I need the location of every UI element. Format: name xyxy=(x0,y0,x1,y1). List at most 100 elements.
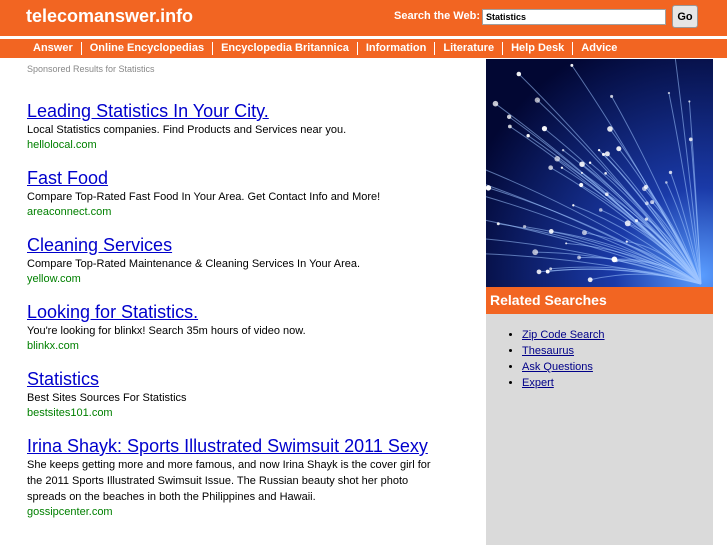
fiber-light-dot xyxy=(560,166,564,169)
fiber-light-dot xyxy=(561,148,565,152)
related-link[interactable]: Expert xyxy=(522,377,554,389)
nav-bar: Answer Online Encyclopedias Encyclopedia… xyxy=(0,39,727,58)
fiber-light-dot xyxy=(605,192,609,197)
related-item: Thesaurus xyxy=(522,343,605,359)
fiber-optic-image xyxy=(486,59,713,287)
nav-item-help-desk[interactable]: Help Desk xyxy=(502,42,572,55)
related-item: Zip Code Search xyxy=(522,327,605,343)
fiber-light-dot xyxy=(581,230,587,236)
result-title-link[interactable]: Fast Food xyxy=(27,167,447,189)
result-title-link[interactable]: Leading Statistics In Your City. xyxy=(27,100,447,122)
fiber-light-dot xyxy=(579,161,585,167)
related-link[interactable]: Thesaurus xyxy=(522,345,574,357)
fiber-light-dot xyxy=(634,219,639,223)
related-link[interactable]: Zip Code Search xyxy=(522,329,605,341)
fiber-light-dot xyxy=(496,222,500,226)
fiber-light-dot xyxy=(625,240,628,243)
fiber-light-dot xyxy=(668,170,673,175)
fiber-light-dot xyxy=(642,186,647,192)
fiber-light-dot xyxy=(580,171,583,174)
result-url[interactable]: blinkx.com xyxy=(27,339,447,354)
result-description: She keeps getting more and more famous, … xyxy=(27,459,431,503)
fiber-light-dot xyxy=(506,114,512,120)
result-item: Statistics Best Sites Sources For Statis… xyxy=(27,368,447,421)
fiber-light-dot xyxy=(541,126,548,132)
fiber-light-dot xyxy=(536,269,542,275)
fiber-light-dot xyxy=(587,277,593,283)
fiber-light-dot xyxy=(604,172,607,175)
result-description: Local Statistics companies. Find Product… xyxy=(27,124,347,136)
result-description: Compare Top-Rated Fast Food In Your Area… xyxy=(27,191,381,203)
result-description: Best Sites Sources For Statistics xyxy=(27,392,187,404)
site-title[interactable]: telecomanswer.info xyxy=(26,6,193,27)
fiber-light-dot xyxy=(688,100,691,103)
fiber-light-dot xyxy=(554,155,561,162)
fiber-light-dot xyxy=(664,181,668,184)
search-input[interactable] xyxy=(482,9,666,25)
fiber-light-dot xyxy=(545,269,550,274)
related-searches-title: Related Searches xyxy=(486,287,713,314)
related-searches-list: Zip Code Search Thesaurus Ask Questions … xyxy=(486,327,605,391)
fiber-light-dot xyxy=(624,220,631,227)
result-title-link[interactable]: Statistics xyxy=(27,368,447,390)
fiber-light-dot xyxy=(597,148,601,152)
nav-item-encyclopedia-britannica[interactable]: Encyclopedia Britannica xyxy=(212,42,357,55)
fiber-light-dot xyxy=(645,201,649,206)
related-item: Expert xyxy=(522,375,605,391)
result-item: Cleaning Services Compare Top-Rated Main… xyxy=(27,234,447,287)
fiber-light-dot xyxy=(492,100,499,107)
fiber-light-dot xyxy=(588,161,592,165)
fiber-light-dot xyxy=(615,259,618,263)
go-button[interactable]: Go xyxy=(672,5,698,28)
result-title-link[interactable]: Looking for Statistics. xyxy=(27,301,447,323)
fiber-light-dot xyxy=(577,255,581,260)
result-url[interactable]: hellolocal.com xyxy=(27,138,447,153)
result-item: Leading Statistics In Your City. Local S… xyxy=(27,100,447,153)
search-label: Search the Web: xyxy=(394,10,480,22)
result-url[interactable]: yellow.com xyxy=(27,272,447,287)
result-url[interactable]: gossipcenter.com xyxy=(27,505,447,520)
fiber-light-dot xyxy=(516,71,522,77)
fiber-light-dot xyxy=(549,267,553,271)
fiber-light-dot xyxy=(526,134,530,138)
fiber-light-dot xyxy=(644,217,649,221)
fiber-light-dot xyxy=(532,249,539,256)
result-description: Compare Top-Rated Maintenance & Cleaning… xyxy=(27,258,361,270)
fiber-light-dot xyxy=(507,124,512,129)
fiber-light-dot xyxy=(548,165,554,171)
fiber-light-dot xyxy=(579,182,584,188)
fiber-light-dot xyxy=(522,225,527,229)
fiber-light-dot xyxy=(610,94,614,98)
sponsored-label: Sponsored Results for Statistics xyxy=(27,64,155,74)
nav-item-information[interactable]: Information xyxy=(356,42,435,55)
result-url[interactable]: areaconnect.com xyxy=(27,205,447,220)
fiber-light-dot xyxy=(572,204,575,207)
fiber-light-dot xyxy=(548,229,554,234)
result-item: Looking for Statistics. You're looking f… xyxy=(27,301,447,354)
fiber-light-dot xyxy=(604,151,610,157)
fiber-light-dot xyxy=(667,91,671,95)
fiber-light-dot xyxy=(598,208,603,212)
result-description: You're looking for blinkx! Search 35m ho… xyxy=(27,325,306,337)
nav-item-answer[interactable]: Answer xyxy=(26,42,81,55)
related-link[interactable]: Ask Questions xyxy=(522,361,593,373)
fiber-light-dot xyxy=(607,126,613,132)
related-item: Ask Questions xyxy=(522,359,605,375)
nav-item-advice[interactable]: Advice xyxy=(572,42,625,55)
nav-item-online-encyclopedias[interactable]: Online Encyclopedias xyxy=(80,42,212,55)
fiber-light-dot xyxy=(565,242,568,245)
results-list: Leading Statistics In Your City. Local S… xyxy=(27,100,447,534)
fiber-light-dot xyxy=(650,200,655,205)
result-item: Fast Food Compare Top-Rated Fast Food In… xyxy=(27,167,447,220)
header-bar: telecomanswer.info Search the Web: Go xyxy=(0,0,727,36)
result-url[interactable]: bestsites101.com xyxy=(27,406,447,421)
sidebar: Related Searches Zip Code Search Thesaur… xyxy=(486,59,713,545)
fiber-light-dot xyxy=(570,63,574,67)
result-title-link[interactable]: Cleaning Services xyxy=(27,234,447,256)
result-item: Irina Shayk: Sports Illustrated Swimsuit… xyxy=(27,435,447,520)
fiber-light-dot xyxy=(688,137,693,142)
nav-item-literature[interactable]: Literature xyxy=(434,42,502,55)
fiber-light-dot xyxy=(601,152,606,156)
fiber-light-dot xyxy=(534,97,541,103)
result-title-link[interactable]: Irina Shayk: Sports Illustrated Swimsuit… xyxy=(27,435,447,457)
